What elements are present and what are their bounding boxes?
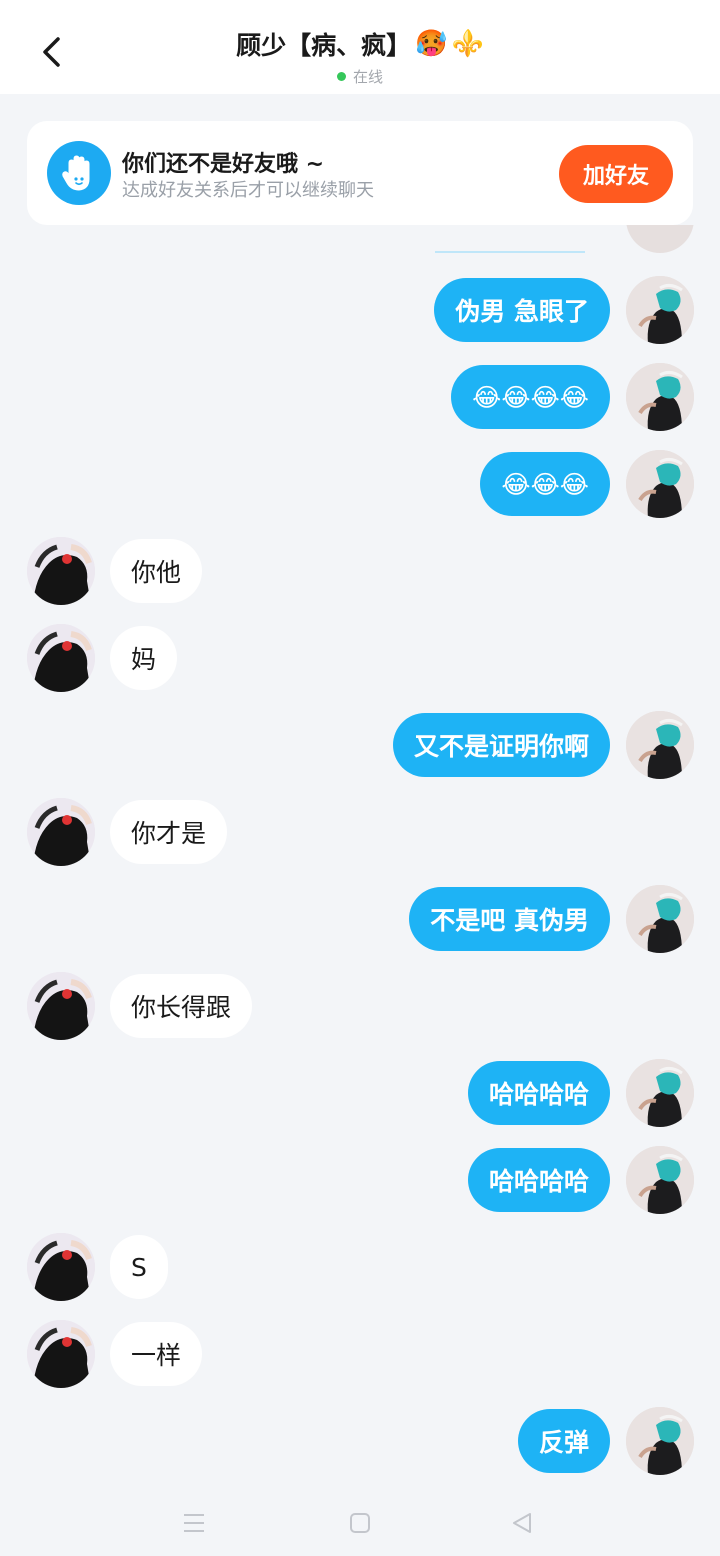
message-bubble[interactable]: 😂😂😂😂: [451, 365, 610, 429]
online-status: 在线: [352, 68, 383, 86]
message-row-received: 一样: [0, 1320, 720, 1388]
banner-title: 你们还不是好友哦 ~: [122, 152, 325, 177]
message-bubble[interactable]: 妈: [110, 626, 178, 690]
my-avatar[interactable]: [626, 1407, 694, 1475]
not-friends-banner: 你们还不是好友哦 ~ 达成好友关系后才可以继续聊天 加好友: [27, 121, 693, 225]
contact-avatar[interactable]: [27, 537, 95, 605]
hot-face-emoji-icon: 🥵: [415, 29, 448, 59]
my-avatar[interactable]: [626, 885, 694, 953]
message-row-received: 妈: [0, 624, 720, 692]
my-avatar[interactable]: [626, 711, 694, 779]
message-row-sent: 又不是证明你啊: [0, 711, 720, 779]
contact-avatar[interactable]: [27, 972, 95, 1040]
message-bubble[interactable]: 又不是证明你啊: [392, 713, 610, 777]
message-bubble[interactable]: 你他: [110, 539, 203, 603]
contact-avatar[interactable]: [27, 1233, 95, 1301]
fleur-de-lis-emoji-icon: ⚜️: [451, 29, 484, 59]
message-row-sent: 哈哈哈哈: [0, 1059, 720, 1127]
message-row-sent: 不是吧 真伪男: [0, 885, 720, 953]
contact-avatar[interactable]: [27, 798, 95, 866]
menu-icon[interactable]: [177, 1506, 211, 1540]
message-row-received: 你他: [0, 537, 720, 605]
my-avatar[interactable]: [626, 363, 694, 431]
title-area[interactable]: 顾少【病、疯】 🥵 ⚜️ 在线: [0, 26, 720, 87]
message-bubble[interactable]: 😂😂😂: [480, 452, 610, 516]
message-row-received: 你才是: [0, 798, 720, 866]
banner-subtitle: 达成好友关系后才可以继续聊天: [122, 180, 374, 201]
message-bubble[interactable]: 伪男 急眼了: [434, 278, 610, 342]
contact-avatar[interactable]: [27, 624, 95, 692]
message-row-sent: 😂😂😂: [0, 450, 720, 518]
online-dot-icon: [336, 72, 346, 81]
message-row-sent: 😂😂😂😂: [0, 363, 720, 431]
message-row-received: 你长得跟: [0, 972, 720, 1040]
message-row-sent: 伪男 急眼了: [0, 276, 720, 344]
back-triangle-icon[interactable]: [505, 1506, 539, 1540]
message-row-received: S: [0, 1233, 720, 1301]
message-bubble[interactable]: 不是吧 真伪男: [409, 887, 610, 951]
my-avatar[interactable]: [626, 276, 694, 344]
my-avatar[interactable]: [626, 1146, 694, 1214]
message-bubble[interactable]: 反弹: [517, 1409, 610, 1473]
my-avatar[interactable]: [626, 450, 694, 518]
message-bubble[interactable]: 一样: [110, 1322, 203, 1386]
system-navigation-bar: [0, 1490, 720, 1556]
message-bubble[interactable]: S: [110, 1235, 168, 1299]
avatar: [626, 225, 694, 253]
home-square-icon[interactable]: [343, 1506, 377, 1540]
message-bubble[interactable]: 你长得跟: [110, 974, 253, 1038]
contact-avatar[interactable]: [27, 1320, 95, 1388]
add-friend-button[interactable]: 加好友: [559, 145, 673, 203]
message-bubble[interactable]: 哈哈哈哈: [467, 1061, 610, 1125]
partial-bubble-top: [435, 243, 585, 253]
chat-header: 顾少【病、疯】 🥵 ⚜️ 在线: [0, 0, 720, 94]
chat-screen: 顾少【病、疯】 🥵 ⚜️ 在线 你们还不是好友哦 ~ 达成好友关系后才可以继续聊…: [0, 0, 720, 1556]
message-bubble[interactable]: 哈哈哈哈: [467, 1148, 610, 1212]
message-bubble[interactable]: 你才是: [110, 800, 228, 864]
message-row-sent: 反弹: [0, 1407, 720, 1475]
message-row-sent: 哈哈哈哈: [0, 1146, 720, 1214]
hand-wave-icon: [47, 141, 111, 205]
message-list[interactable]: 伪男 急眼了 😂😂😂😂 😂😂😂 你他妈又不是证明你啊 你才是 不是吧 真伪男 你长得跟 哈哈哈…: [0, 225, 720, 1490]
my-avatar[interactable]: [626, 1059, 694, 1127]
chat-title: 顾少【病、疯】: [236, 31, 412, 60]
